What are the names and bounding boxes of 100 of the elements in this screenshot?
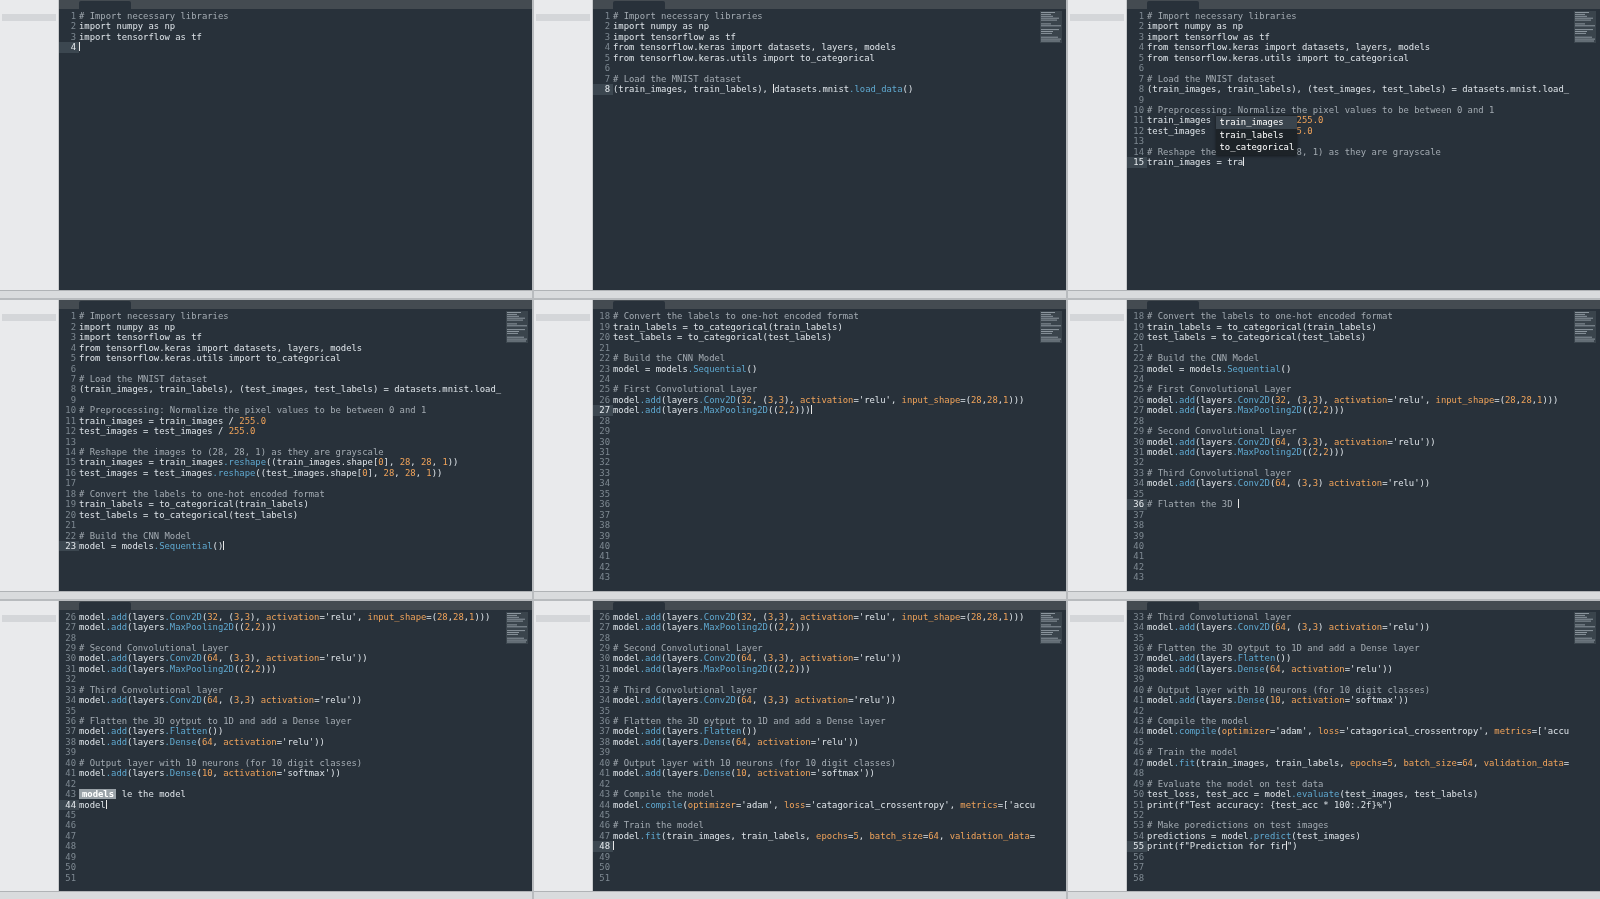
- code-line: # Compile the model: [613, 789, 715, 800]
- line-number: 45: [64, 809, 77, 821]
- line-number: 45: [1132, 736, 1145, 748]
- line-number: 22: [598, 353, 611, 364]
- line-number: 28: [598, 415, 611, 427]
- code-line: # Flatten the 3D oytput to 1D and add a Dense layer: [613, 716, 886, 727]
- line-number: 46: [64, 820, 77, 831]
- line-number: 29: [1132, 426, 1145, 437]
- code-line: model.add(layers.MaxPooling2D((2,2))): [1147, 405, 1345, 416]
- text-cursor: [613, 841, 614, 851]
- line-number: 33: [598, 684, 611, 696]
- autocomplete-item[interactable]: to_categorical: [1216, 141, 1297, 154]
- editor-tab[interactable]: [1147, 301, 1199, 310]
- line-number: 50: [598, 862, 611, 873]
- code-line: # Evaluate the model on test data: [1147, 778, 1324, 790]
- code-line: train_labels = to_categorical(train_labels): [613, 321, 843, 333]
- code-line: # Output layer with 10 neurons (for 10 digit classes): [79, 757, 363, 769]
- line-number: 21: [1132, 342, 1145, 354]
- autocomplete-item[interactable]: train_labels: [1216, 128, 1297, 142]
- line-number: 43: [1132, 572, 1145, 583]
- code-line: from tensorflow.keras.utils import to_categorical: [1147, 52, 1409, 64]
- code-line: from tensorflow.keras import datasets, layers, models: [79, 342, 363, 354]
- line-number: 46: [1132, 747, 1145, 758]
- code-line: model = models.Sequential(): [1147, 363, 1292, 374]
- line-number: 28: [1132, 415, 1145, 427]
- code-line: # Convert the labels to one-hot encoded format: [79, 488, 325, 500]
- line-number: 24: [598, 373, 611, 385]
- code-line: # Third Convolutional layer: [613, 684, 758, 696]
- line-number: 31: [64, 663, 77, 675]
- editor-tab[interactable]: [79, 301, 131, 310]
- line-number: 19: [64, 499, 77, 510]
- code-line: model.add(layers.Conv2D(32, (3,3), activation='relu', input_shape=(28,28,1))): [1147, 394, 1559, 406]
- line-number: 18: [1132, 311, 1145, 322]
- line-number: 3: [69, 332, 77, 343]
- code-line: test_images = test_images.reshape((test_images.shape[0], 28, 28, 1)): [79, 467, 443, 479]
- line-number: 30: [598, 436, 611, 447]
- line-number: 51: [598, 872, 611, 884]
- line-number: 40: [1132, 540, 1145, 552]
- code-line: from tensorflow.keras.utils import to_categorical: [79, 353, 341, 364]
- line-number: 20: [1132, 332, 1145, 343]
- line-number: 26: [598, 611, 611, 623]
- editor-tab[interactable]: [613, 1, 665, 9]
- text-cursor: [223, 540, 225, 550]
- line-number: 15: [64, 457, 77, 468]
- line-number: 32: [598, 457, 611, 468]
- code-line: import tensorflow as tf: [79, 31, 202, 43]
- line-number: 30: [598, 653, 611, 664]
- code-line: # Reshape the images to (28, 28, 1) as they are grayscale: [79, 447, 384, 458]
- code-line: # Second Convolutional Layer: [1147, 426, 1297, 437]
- line-number: 30: [1132, 436, 1145, 447]
- line-number: 15: [1127, 157, 1147, 168]
- line-number: 6: [69, 363, 77, 374]
- line-number: 37: [1132, 509, 1145, 521]
- code-line: model.add(layers.MaxPooling2D((2,2))): [613, 663, 811, 675]
- code-line: test_images = test_images / 255.0: [79, 426, 256, 437]
- line-number: 1: [69, 11, 77, 22]
- line-number: 41: [64, 768, 77, 779]
- code-line: (train_images, train_labels),: [613, 84, 769, 95]
- text-cursor: [810, 405, 812, 415]
- code-line: # Preprocessing: Normalize the pixel values to be between 0 and 1: [79, 405, 427, 416]
- line-number: 22: [1132, 353, 1145, 364]
- editor-tab[interactable]: [79, 1, 131, 9]
- code-line: model.add(layers.Dense(64, activation='relu')): [1147, 663, 1393, 675]
- line-number: 33: [598, 467, 611, 479]
- line-number: 38: [1132, 520, 1145, 531]
- autocomplete-item[interactable]: train_images: [1216, 116, 1297, 129]
- editor-tab[interactable]: [613, 301, 665, 310]
- editor-tab[interactable]: [1147, 1, 1199, 9]
- line-number: 18: [64, 488, 77, 500]
- code-line: model.add(layers.Conv2D(64, (3,3) activation='relu')): [1147, 622, 1431, 633]
- code-line: model.add(layers.Conv2D(64, (3,3), activation='relu')): [79, 653, 368, 664]
- code-line: model = models.Sequential(): [613, 363, 758, 374]
- line-number: 40: [64, 757, 77, 769]
- line-number: 1: [1137, 11, 1145, 22]
- editor-tab[interactable]: [79, 601, 131, 610]
- line-number: 24: [1132, 373, 1145, 385]
- code-line: from tensorflow.keras import datasets, layers, models: [1147, 42, 1431, 53]
- line-number: 2: [1137, 21, 1145, 32]
- line-number: 26: [64, 611, 77, 623]
- code-line: 8, 1) as they are grayscale: [1296, 146, 1441, 158]
- line-number: 57: [1132, 862, 1145, 873]
- code-line: model.add(layers.Conv2D(64, (3,3) activation='relu')): [613, 695, 897, 706]
- code-line: # Build the CNN Model: [79, 530, 192, 541]
- line-number: 48: [1132, 768, 1145, 779]
- code-line: predictions = model.predict(test_images): [1147, 830, 1361, 842]
- line-number: 23: [1132, 363, 1145, 374]
- editor-tab[interactable]: [613, 601, 665, 610]
- code-line: # Build the CNN Model: [613, 353, 726, 364]
- editor-tab[interactable]: [1147, 601, 1199, 610]
- line-number: 2: [603, 21, 611, 32]
- code-line: print(f"Test accuracy: {test_acc * 100:.2f}%"): [1147, 799, 1393, 810]
- code-line: model.add(layers.Conv2D(64, (3,3), activation='relu')): [613, 653, 902, 664]
- line-number: 41: [598, 551, 611, 562]
- line-number: 35: [1132, 488, 1145, 500]
- line-number: 42: [598, 778, 611, 790]
- line-number: 8: [1137, 84, 1145, 95]
- code-line: # Second Convolutional Layer: [613, 642, 763, 654]
- code-line: # First Convolutional Layer: [613, 384, 758, 395]
- code-line: # Import necessary libraries: [79, 311, 229, 322]
- line-number: 43: [1132, 716, 1145, 727]
